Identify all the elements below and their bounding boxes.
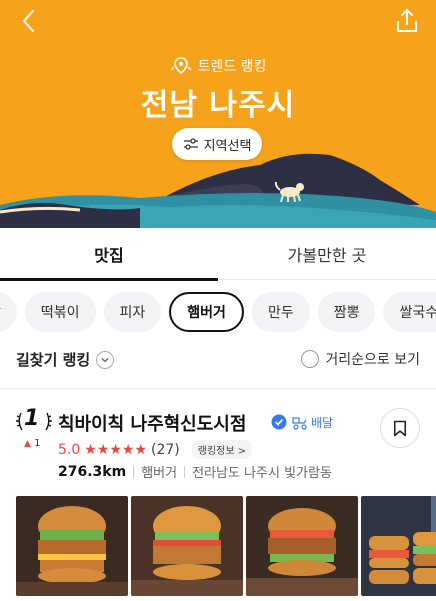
region-select-label: 지역선택 [203, 138, 252, 154]
share-button[interactable] [392, 6, 422, 36]
verified-check-icon [271, 414, 287, 430]
ranking-info-button[interactable]: 랭킹정보 > [191, 440, 253, 459]
rank-change: ▲ 1 [24, 438, 40, 449]
sliders-icon [183, 138, 198, 150]
bookmark-button[interactable] [380, 408, 420, 448]
chip-pizza[interactable]: 피자 [103, 292, 162, 332]
tab-attractions[interactable]: 가볼만한 곳 [218, 228, 436, 280]
photo-strip [16, 496, 436, 601]
distance-sort-label: 거리순으로 보기 [325, 352, 420, 368]
back-arrow-icon [22, 10, 34, 32]
up-triangle-icon: ▲ [24, 439, 31, 449]
location-pin-icon [170, 57, 192, 75]
review-count[interactable]: (27) [151, 442, 180, 458]
category-tabs: 맛집 가볼만한 곳 [0, 228, 436, 281]
rating-score: 5.0 [58, 441, 81, 458]
category-label: 햄버거 [141, 466, 178, 481]
tab-restaurants[interactable]: 맛집 [0, 228, 218, 281]
chip-hamburger[interactable]: 햄버거 [169, 292, 244, 332]
separator [184, 465, 186, 478]
food-category-chips: 밥 떡볶이 피자 햄버거 만두 짬뽕 쌀국수 [0, 292, 436, 332]
chip-jjamppong[interactable]: 짬뽕 [317, 292, 376, 332]
burger-image [361, 496, 436, 596]
star-rating-icon: ★★★★★ [84, 441, 148, 458]
region-select-button[interactable]: 지역선택 [172, 128, 262, 160]
separator [133, 465, 135, 478]
radio-button[interactable] [301, 350, 320, 368]
burger-image [16, 496, 128, 596]
distance-value: 276.3km [58, 463, 127, 480]
filter-row: 길찾기 랭킹 거리순으로 보기 [0, 346, 436, 376]
burger-image [131, 496, 243, 596]
delivery-badge: 배달 [292, 414, 333, 431]
hero-banner: 트렌드 랭킹 전남 나주시 지역선택 [0, 0, 436, 228]
share-icon [397, 8, 417, 32]
sort-dropdown[interactable]: 길찾기 랭킹 [16, 349, 115, 370]
distance-sort-toggle[interactable]: 거리순으로 보기 [301, 349, 420, 369]
bookmark-icon [393, 420, 407, 436]
chevron-down-icon [96, 350, 115, 369]
region-title: 전남 나주시 [140, 88, 296, 123]
rank-badge: 1 [16, 406, 52, 432]
chip-pho[interactable]: 쌀국수 [383, 292, 436, 332]
rank-change-value: 1 [34, 438, 41, 449]
sort-label: 길찾기 랭킹 [16, 351, 91, 369]
chip-dumpling[interactable]: 만두 [251, 292, 310, 332]
trend-ranking-label: 트렌드 랭킹 [0, 56, 436, 76]
meta-row: 276.3km 햄버거 전라남도 나주시 빛가람동 [58, 462, 332, 482]
address-label: 전라남도 나주시 빛가람동 [192, 466, 332, 481]
burger-image [246, 496, 358, 596]
burger-photo-3[interactable] [246, 496, 358, 596]
rank-number: 1 [24, 406, 40, 431]
burger-photo-4[interactable] [361, 496, 436, 596]
rating-row: 5.0 ★★★★★ (27) 랭킹정보 > [58, 440, 253, 459]
chip-rice[interactable]: 밥 [0, 292, 17, 332]
back-button[interactable] [14, 6, 44, 36]
trend-label-text: 트렌드 랭킹 [197, 59, 267, 75]
scooter-icon [292, 416, 307, 430]
delivery-label: 배달 [311, 416, 334, 430]
restaurant-name[interactable]: 칙바이칙 나주혁신도시점 [58, 410, 246, 436]
burger-photo-1[interactable] [16, 496, 128, 596]
burger-photo-2[interactable] [131, 496, 243, 596]
chip-tteokbokki[interactable]: 떡볶이 [24, 292, 96, 332]
divider [0, 388, 436, 389]
